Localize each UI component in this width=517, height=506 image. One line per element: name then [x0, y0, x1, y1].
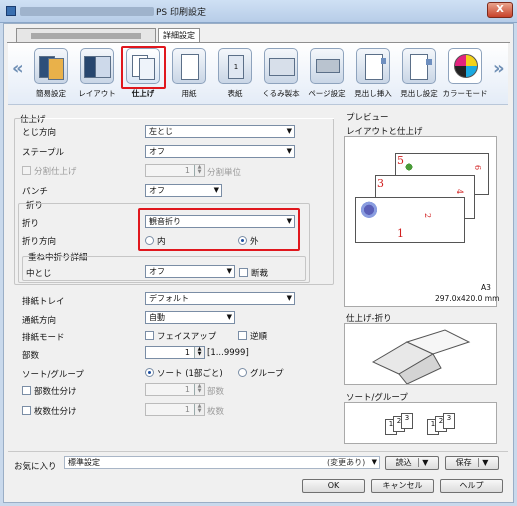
chevron-down-icon: ▼: [418, 458, 429, 467]
fold-preview: [344, 323, 497, 385]
paper-size: 297.0x420.0 mm: [435, 294, 500, 303]
split-checkbox: 分割仕上げ: [22, 165, 77, 177]
toolbar-perfect-binding[interactable]: くるみ製本: [261, 48, 301, 104]
tab-insert-icon: [356, 48, 390, 84]
layout-preview: 5 6 3 4 1 2 A3 297.0x420.0 mm: [344, 136, 500, 307]
sheet-separation-stepper: 1 ▲ ▼: [145, 403, 205, 416]
paper-name: A3: [481, 283, 491, 292]
changed-indicator: (変更あり): [327, 458, 366, 467]
save-button[interactable]: 保存 ▼: [445, 456, 499, 470]
plant-image-icon: [403, 161, 415, 173]
chevron-down-icon: ▼: [286, 294, 292, 302]
toolbar-color-mode[interactable]: カラーモード: [443, 48, 488, 104]
toolbar-cover[interactable]: 1 表紙: [215, 48, 255, 104]
toolbar-tab-insert[interactable]: 見出し挿入: [353, 48, 393, 104]
chevron-down-icon: ▼: [286, 127, 292, 135]
copies-label: 部数: [22, 351, 40, 361]
offset-checkbox[interactable]: 部数仕分け: [22, 385, 77, 397]
load-button[interactable]: 読込 ▼: [385, 456, 439, 470]
toolbar-layout[interactable]: レイアウト: [77, 48, 117, 104]
paper-direction-select[interactable]: 自動 ▼: [145, 311, 235, 324]
group-radio[interactable]: グループ: [238, 367, 284, 379]
page-number: 1: [397, 227, 404, 240]
chevron-down-icon: ▼: [213, 186, 219, 194]
page-setup-icon: [310, 48, 344, 84]
saddle-select[interactable]: オフ ▼: [145, 265, 235, 278]
flower-image-icon: [357, 199, 381, 223]
chevron-down-icon: ▼: [286, 147, 292, 155]
cancel-button[interactable]: キャンセル: [371, 479, 434, 493]
sort-label: ソート/グループ: [22, 370, 84, 380]
stack-page: 3: [401, 413, 413, 429]
ok-button[interactable]: OK: [302, 479, 365, 493]
toolbar-quick-setup[interactable]: 簡易設定: [31, 48, 71, 104]
tab-printer[interactable]: [16, 28, 156, 42]
page-number: 4: [455, 188, 465, 195]
punch-label: パンチ: [22, 187, 48, 197]
finishing-highlight: [121, 46, 166, 89]
saddle-label: 中とじ: [26, 269, 52, 279]
quick-setup-icon: [34, 48, 68, 84]
close-button[interactable]: X: [487, 2, 513, 18]
sheet-separation-unit: 枚数: [207, 407, 225, 417]
binding-select[interactable]: 左とじ ▼: [145, 125, 295, 138]
fold-highlight: [138, 208, 300, 251]
tab-setup-icon: [402, 48, 436, 84]
scroll-left-icon[interactable]: «: [12, 58, 24, 79]
chevron-down-icon: ▼: [226, 313, 232, 321]
staple-label: ステープル: [22, 148, 64, 158]
redacted-tab-label: [31, 33, 141, 39]
copies-stepper[interactable]: 1 ▲ ▼: [145, 346, 205, 359]
tray-select[interactable]: デフォルト ▼: [145, 292, 295, 305]
favorites-select[interactable]: 標準設定 (変更あり) ▼: [64, 456, 380, 469]
scroll-right-icon[interactable]: »: [493, 58, 505, 79]
fold-illustration-icon: [371, 329, 471, 385]
split-stepper: 1 ▲ ▼: [145, 164, 205, 177]
perfect-binding-icon: [264, 48, 298, 84]
divider: [40, 118, 334, 119]
paper-direction-label: 通紙方向: [22, 316, 57, 326]
layout-icon: [80, 48, 114, 84]
chevron-down-icon: ▼: [371, 458, 377, 466]
toolbar-paper[interactable]: 用紙: [169, 48, 209, 104]
printer-icon: [6, 6, 16, 16]
window-title: PS 印刷設定: [156, 8, 207, 18]
fold-label: 折り: [22, 219, 40, 229]
output-mode-label: 排紙モード: [22, 333, 65, 343]
sheet-separation-checkbox[interactable]: 枚数仕分け: [22, 405, 77, 417]
chevron-down-icon: ▼: [478, 458, 489, 467]
stack-page: 3: [443, 413, 455, 429]
tab-detail-settings[interactable]: 詳細設定: [158, 28, 200, 42]
offset-unit: 部数: [207, 387, 225, 397]
page-number: 2: [423, 212, 433, 219]
page-number: 6: [473, 164, 483, 171]
faceup-checkbox[interactable]: フェイスアップ: [145, 330, 216, 342]
favorites-label: お気に入り: [14, 462, 57, 472]
help-button[interactable]: ヘルプ: [440, 479, 503, 493]
preview-title: プレビュー: [346, 113, 389, 123]
redacted-printer-name: [20, 7, 154, 16]
reverse-order-checkbox[interactable]: 逆順: [238, 330, 267, 342]
copies-range: [1...9999]: [207, 348, 249, 358]
toolbar-tab-setup[interactable]: 見出し設定: [399, 48, 439, 104]
sort-preview: 1 2 3 1 2 3: [344, 402, 497, 444]
tray-label: 排紙トレイ: [22, 297, 65, 307]
fold-direction-label: 折り方向: [22, 237, 57, 247]
divider: [8, 451, 508, 452]
paper-icon: [172, 48, 206, 84]
toolbar-page-setup[interactable]: ページ設定: [307, 48, 347, 104]
color-mode-icon: [448, 48, 482, 84]
page-number: 3: [377, 177, 384, 190]
offset-stepper: 1 ▲ ▼: [145, 383, 205, 396]
staple-select[interactable]: オフ ▼: [145, 145, 295, 158]
trim-checkbox[interactable]: 断裁: [239, 267, 268, 279]
split-unit-label: 分割単位: [207, 168, 242, 178]
sort-radio[interactable]: ソート (1部ごと): [145, 367, 223, 379]
binding-label: とじ方向: [22, 128, 57, 138]
punch-select[interactable]: オフ ▼: [145, 184, 222, 197]
chevron-down-icon: ▼: [226, 267, 232, 275]
cover-icon: 1: [218, 48, 252, 84]
